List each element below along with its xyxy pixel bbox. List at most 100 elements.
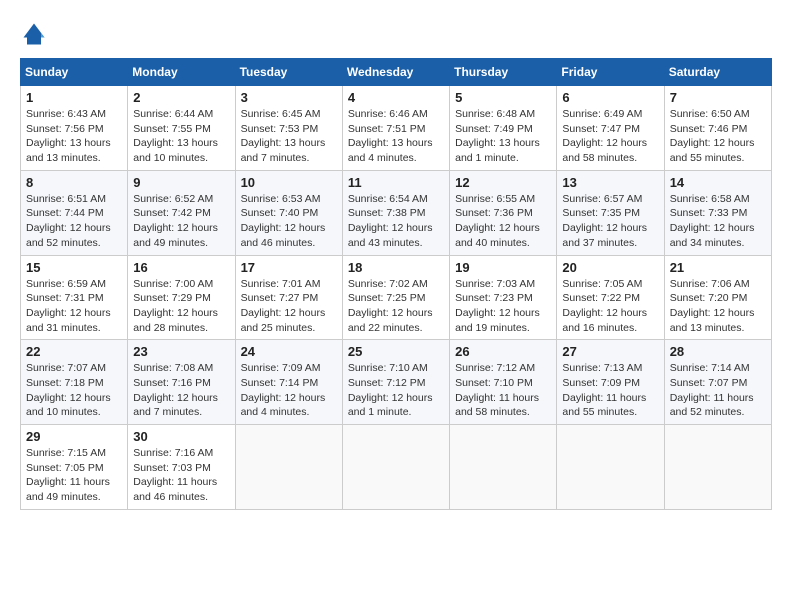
weekday-header: Friday [557, 59, 664, 86]
day-detail: Sunrise: 6:46 AMSunset: 7:51 PMDaylight:… [348, 107, 444, 166]
day-detail: Sunrise: 7:03 AMSunset: 7:23 PMDaylight:… [455, 277, 551, 336]
calendar-cell: 23 Sunrise: 7:08 AMSunset: 7:16 PMDaylig… [128, 340, 235, 425]
day-number: 17 [241, 260, 337, 275]
day-number: 7 [670, 90, 766, 105]
day-number: 18 [348, 260, 444, 275]
day-number: 2 [133, 90, 229, 105]
logo-icon [20, 20, 48, 48]
day-number: 21 [670, 260, 766, 275]
day-number: 26 [455, 344, 551, 359]
day-detail: Sunrise: 7:06 AMSunset: 7:20 PMDaylight:… [670, 277, 766, 336]
day-number: 15 [26, 260, 122, 275]
calendar-cell: 30 Sunrise: 7:16 AMSunset: 7:03 PMDaylig… [128, 425, 235, 510]
calendar-cell: 4 Sunrise: 6:46 AMSunset: 7:51 PMDayligh… [342, 86, 449, 171]
day-detail: Sunrise: 6:44 AMSunset: 7:55 PMDaylight:… [133, 107, 229, 166]
weekday-header: Thursday [450, 59, 557, 86]
day-detail: Sunrise: 7:10 AMSunset: 7:12 PMDaylight:… [348, 361, 444, 420]
calendar-cell: 21 Sunrise: 7:06 AMSunset: 7:20 PMDaylig… [664, 255, 771, 340]
calendar-cell: 2 Sunrise: 6:44 AMSunset: 7:55 PMDayligh… [128, 86, 235, 171]
day-number: 10 [241, 175, 337, 190]
day-number: 27 [562, 344, 658, 359]
calendar-cell: 10 Sunrise: 6:53 AMSunset: 7:40 PMDaylig… [235, 170, 342, 255]
calendar-cell: 6 Sunrise: 6:49 AMSunset: 7:47 PMDayligh… [557, 86, 664, 171]
calendar-cell: 18 Sunrise: 7:02 AMSunset: 7:25 PMDaylig… [342, 255, 449, 340]
calendar-header-row: SundayMondayTuesdayWednesdayThursdayFrid… [21, 59, 772, 86]
day-number: 3 [241, 90, 337, 105]
day-number: 19 [455, 260, 551, 275]
calendar-week-row: 1 Sunrise: 6:43 AMSunset: 7:56 PMDayligh… [21, 86, 772, 171]
day-number: 30 [133, 429, 229, 444]
day-number: 29 [26, 429, 122, 444]
calendar-cell: 16 Sunrise: 7:00 AMSunset: 7:29 PMDaylig… [128, 255, 235, 340]
day-detail: Sunrise: 6:52 AMSunset: 7:42 PMDaylight:… [133, 192, 229, 251]
calendar-week-row: 22 Sunrise: 7:07 AMSunset: 7:18 PMDaylig… [21, 340, 772, 425]
day-number: 20 [562, 260, 658, 275]
calendar-cell: 22 Sunrise: 7:07 AMSunset: 7:18 PMDaylig… [21, 340, 128, 425]
calendar-cell: 17 Sunrise: 7:01 AMSunset: 7:27 PMDaylig… [235, 255, 342, 340]
day-detail: Sunrise: 7:13 AMSunset: 7:09 PMDaylight:… [562, 361, 658, 420]
calendar-cell [664, 425, 771, 510]
day-number: 14 [670, 175, 766, 190]
calendar-week-row: 29 Sunrise: 7:15 AMSunset: 7:05 PMDaylig… [21, 425, 772, 510]
calendar-table: SundayMondayTuesdayWednesdayThursdayFrid… [20, 58, 772, 510]
day-detail: Sunrise: 7:07 AMSunset: 7:18 PMDaylight:… [26, 361, 122, 420]
calendar-cell: 11 Sunrise: 6:54 AMSunset: 7:38 PMDaylig… [342, 170, 449, 255]
day-detail: Sunrise: 7:14 AMSunset: 7:07 PMDaylight:… [670, 361, 766, 420]
calendar-cell [342, 425, 449, 510]
day-detail: Sunrise: 6:57 AMSunset: 7:35 PMDaylight:… [562, 192, 658, 251]
day-number: 24 [241, 344, 337, 359]
weekday-header: Sunday [21, 59, 128, 86]
day-number: 12 [455, 175, 551, 190]
calendar-cell [450, 425, 557, 510]
calendar-cell: 14 Sunrise: 6:58 AMSunset: 7:33 PMDaylig… [664, 170, 771, 255]
weekday-header: Tuesday [235, 59, 342, 86]
day-detail: Sunrise: 7:02 AMSunset: 7:25 PMDaylight:… [348, 277, 444, 336]
calendar-week-row: 15 Sunrise: 6:59 AMSunset: 7:31 PMDaylig… [21, 255, 772, 340]
calendar-cell: 28 Sunrise: 7:14 AMSunset: 7:07 PMDaylig… [664, 340, 771, 425]
day-number: 9 [133, 175, 229, 190]
day-detail: Sunrise: 7:08 AMSunset: 7:16 PMDaylight:… [133, 361, 229, 420]
day-number: 4 [348, 90, 444, 105]
calendar-cell: 24 Sunrise: 7:09 AMSunset: 7:14 PMDaylig… [235, 340, 342, 425]
day-detail: Sunrise: 6:49 AMSunset: 7:47 PMDaylight:… [562, 107, 658, 166]
day-detail: Sunrise: 6:55 AMSunset: 7:36 PMDaylight:… [455, 192, 551, 251]
day-detail: Sunrise: 6:51 AMSunset: 7:44 PMDaylight:… [26, 192, 122, 251]
day-detail: Sunrise: 7:16 AMSunset: 7:03 PMDaylight:… [133, 446, 229, 505]
calendar-cell [557, 425, 664, 510]
day-number: 5 [455, 90, 551, 105]
logo [20, 20, 52, 48]
calendar-cell: 8 Sunrise: 6:51 AMSunset: 7:44 PMDayligh… [21, 170, 128, 255]
calendar-cell: 20 Sunrise: 7:05 AMSunset: 7:22 PMDaylig… [557, 255, 664, 340]
day-detail: Sunrise: 6:45 AMSunset: 7:53 PMDaylight:… [241, 107, 337, 166]
calendar-cell: 7 Sunrise: 6:50 AMSunset: 7:46 PMDayligh… [664, 86, 771, 171]
weekday-header: Monday [128, 59, 235, 86]
calendar-cell: 5 Sunrise: 6:48 AMSunset: 7:49 PMDayligh… [450, 86, 557, 171]
weekday-header: Saturday [664, 59, 771, 86]
page-header [20, 20, 772, 48]
day-number: 25 [348, 344, 444, 359]
day-number: 23 [133, 344, 229, 359]
day-detail: Sunrise: 7:12 AMSunset: 7:10 PMDaylight:… [455, 361, 551, 420]
day-detail: Sunrise: 7:15 AMSunset: 7:05 PMDaylight:… [26, 446, 122, 505]
day-number: 6 [562, 90, 658, 105]
day-number: 28 [670, 344, 766, 359]
day-detail: Sunrise: 6:43 AMSunset: 7:56 PMDaylight:… [26, 107, 122, 166]
calendar-cell: 29 Sunrise: 7:15 AMSunset: 7:05 PMDaylig… [21, 425, 128, 510]
calendar-cell: 26 Sunrise: 7:12 AMSunset: 7:10 PMDaylig… [450, 340, 557, 425]
day-number: 11 [348, 175, 444, 190]
day-detail: Sunrise: 7:01 AMSunset: 7:27 PMDaylight:… [241, 277, 337, 336]
day-detail: Sunrise: 7:00 AMSunset: 7:29 PMDaylight:… [133, 277, 229, 336]
day-detail: Sunrise: 6:58 AMSunset: 7:33 PMDaylight:… [670, 192, 766, 251]
calendar-cell [235, 425, 342, 510]
calendar-cell: 27 Sunrise: 7:13 AMSunset: 7:09 PMDaylig… [557, 340, 664, 425]
day-detail: Sunrise: 7:09 AMSunset: 7:14 PMDaylight:… [241, 361, 337, 420]
calendar-cell: 15 Sunrise: 6:59 AMSunset: 7:31 PMDaylig… [21, 255, 128, 340]
day-number: 8 [26, 175, 122, 190]
day-number: 16 [133, 260, 229, 275]
day-detail: Sunrise: 7:05 AMSunset: 7:22 PMDaylight:… [562, 277, 658, 336]
calendar-cell: 13 Sunrise: 6:57 AMSunset: 7:35 PMDaylig… [557, 170, 664, 255]
calendar-cell: 1 Sunrise: 6:43 AMSunset: 7:56 PMDayligh… [21, 86, 128, 171]
day-number: 22 [26, 344, 122, 359]
day-detail: Sunrise: 6:50 AMSunset: 7:46 PMDaylight:… [670, 107, 766, 166]
day-detail: Sunrise: 6:59 AMSunset: 7:31 PMDaylight:… [26, 277, 122, 336]
